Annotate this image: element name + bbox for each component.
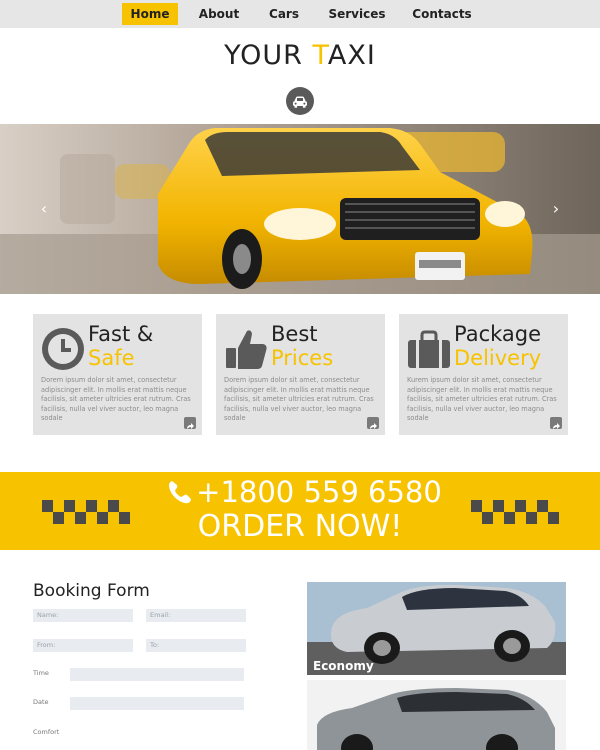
nav-contacts[interactable]: Contacts — [408, 3, 476, 25]
taxi-icon — [286, 87, 314, 115]
slider-next-button[interactable]: › — [546, 196, 566, 222]
thumbs-up-icon — [223, 326, 269, 372]
time-label: Time — [33, 669, 49, 677]
feature-description: Dorem ipsum dolor sit amet, consectetur … — [41, 376, 191, 422]
checker-pattern-right-icon — [471, 500, 559, 524]
logo-text-part2: AXI — [327, 40, 376, 71]
nav-services[interactable]: Services — [322, 3, 392, 25]
share-arrow-icon[interactable] — [367, 417, 379, 429]
time-field[interactable] — [70, 668, 244, 681]
clock-icon — [40, 326, 86, 372]
share-arrow-icon[interactable] — [184, 417, 196, 429]
feature-card-package-delivery: Package Delivery Kurem ipsum dolor sit a… — [399, 314, 568, 435]
share-arrow-icon[interactable] — [550, 417, 562, 429]
site-logo[interactable]: YOUR TAXI — [0, 40, 600, 71]
nav-cars[interactable]: Cars — [262, 3, 306, 25]
feature-description: Dorem ipsum dolor sit amet, consectetur … — [224, 376, 374, 422]
gray-wagon-image — [307, 680, 566, 750]
email-field[interactable]: Email: — [146, 609, 246, 622]
briefcase-icon — [406, 326, 452, 372]
booking-form-title: Booking Form — [33, 581, 150, 601]
taxi-hero-image — [0, 124, 600, 294]
comfort-label: Comfort — [33, 728, 60, 736]
checker-pattern-left-icon — [42, 500, 130, 524]
feature-description: Kurem ipsum dolor sit amet, consectetur … — [407, 376, 557, 422]
date-label: Date — [33, 698, 49, 706]
feature-subtitle: Safe — [88, 346, 135, 370]
car-class-label: Economy — [313, 659, 374, 673]
feature-subtitle: Delivery — [454, 346, 542, 370]
top-navigation: Home About Cars Services Contacts — [0, 0, 600, 28]
feature-title: Fast & — [88, 322, 154, 346]
feature-title: Package — [454, 322, 542, 346]
to-field[interactable]: To: — [146, 639, 246, 652]
from-field[interactable]: From: — [33, 639, 133, 652]
feature-title: Best — [271, 322, 318, 346]
name-field[interactable]: Name: — [33, 609, 133, 622]
feature-card-best-prices: Best Prices Dorem ipsum dolor sit amet, … — [216, 314, 385, 435]
logo-text-part1: YOUR — [224, 40, 313, 71]
nav-home[interactable]: Home — [122, 3, 178, 25]
hero-slider: ‹ › — [0, 124, 600, 294]
feature-subtitle: Prices — [271, 346, 334, 370]
date-field[interactable] — [70, 697, 244, 710]
nav-about[interactable]: About — [190, 3, 248, 25]
feature-card-fast-safe: Fast & Safe Dorem ipsum dolor sit amet, … — [33, 314, 202, 435]
slider-prev-button[interactable]: ‹ — [34, 196, 54, 222]
car-card-economy[interactable]: Economy — [307, 582, 566, 675]
car-card-second[interactable] — [307, 680, 566, 750]
logo-text-accent: T — [312, 40, 328, 71]
